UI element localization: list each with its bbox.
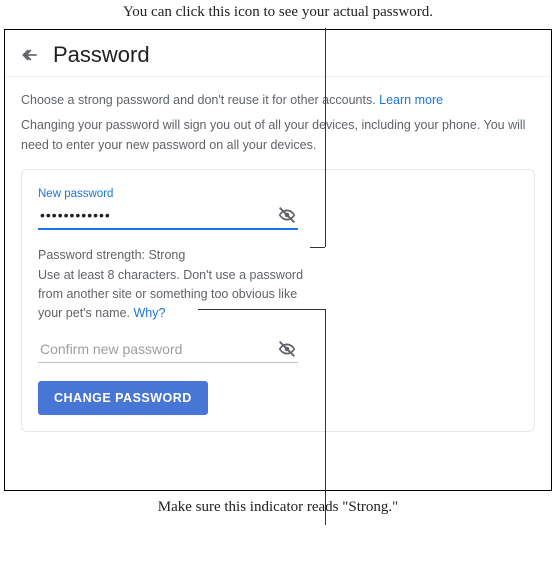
password-settings-window: Password Choose a strong password and do…: [4, 29, 552, 491]
confirm-password-input[interactable]: [38, 340, 276, 358]
password-strength-indicator: Password strength: Strong: [38, 248, 518, 262]
annotation-line: [325, 28, 326, 247]
confirm-password-row: [38, 338, 298, 363]
instruction-primary: Choose a strong password and don't reuse…: [21, 91, 535, 110]
header: Password: [5, 30, 551, 77]
show-confirm-password-icon[interactable]: [276, 338, 298, 360]
page-title: Password: [53, 42, 150, 68]
annotation-line: [198, 309, 326, 310]
annotation-line: [310, 247, 325, 248]
new-password-label: New password: [38, 188, 518, 200]
caption-bottom: Make sure this indicator reads "Strong.": [0, 491, 556, 520]
change-password-button[interactable]: CHANGE PASSWORD: [38, 381, 208, 415]
instruction-secondary: Changing your password will sign you out…: [21, 116, 535, 155]
show-password-icon[interactable]: [276, 204, 298, 226]
caption-top: You can click this icon to see your actu…: [0, 0, 556, 29]
body-section: Choose a strong password and don't reuse…: [5, 77, 551, 432]
learn-more-link[interactable]: Learn more: [379, 93, 443, 107]
why-link[interactable]: Why?: [134, 306, 166, 320]
annotation-line: [325, 309, 326, 525]
new-password-field: New password: [38, 188, 518, 230]
strength-value: Strong: [148, 248, 185, 262]
back-arrow-icon[interactable]: [19, 44, 41, 66]
password-hint: Use at least 8 characters. Don't use a p…: [38, 266, 308, 322]
form-card: New password Password strength: Strong U…: [21, 169, 535, 432]
confirm-password-field: [38, 338, 518, 363]
strength-label: Password strength:: [38, 248, 148, 262]
new-password-input[interactable]: [38, 206, 276, 224]
hint-text: Use at least 8 characters. Don't use a p…: [38, 268, 303, 320]
new-password-row: [38, 204, 298, 230]
